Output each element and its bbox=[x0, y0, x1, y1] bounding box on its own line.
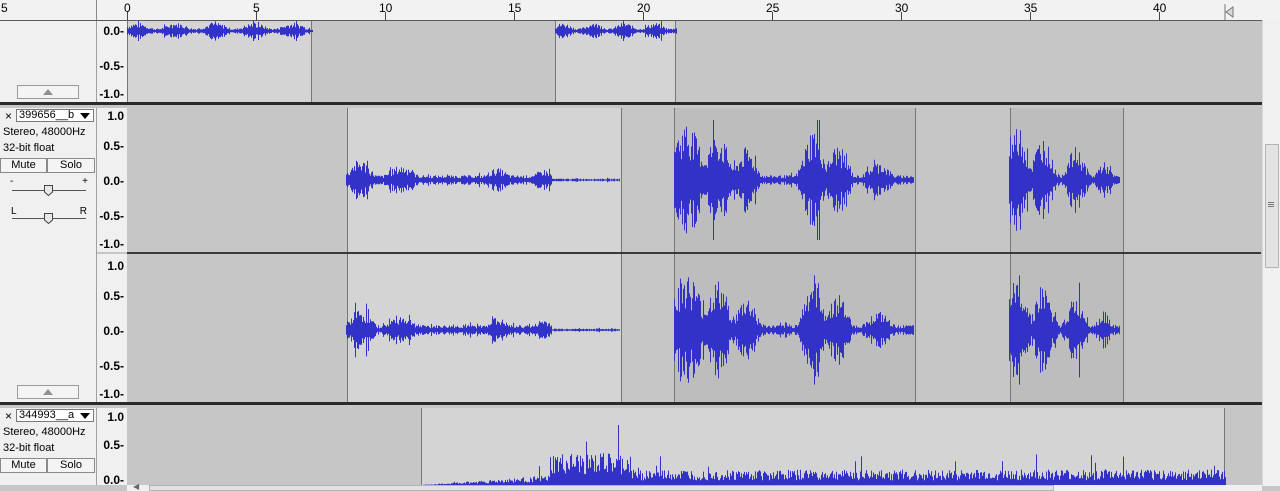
amplitude-label: -0.5- bbox=[99, 209, 124, 223]
track-title-bar: × 344993__a bbox=[1, 409, 95, 423]
track-separator bbox=[0, 402, 1262, 405]
track-2-right-amplitude-ruler: 1.0 0.5- 0.0- -0.5- -1.0- bbox=[97, 254, 127, 402]
track-2-left-waveform bbox=[346, 120, 1120, 240]
amplitude-label: 0.0- bbox=[103, 473, 124, 487]
track-2-left-amplitude-ruler: 1.0 0.5- 0.0- -0.5- -1.0- bbox=[97, 108, 127, 252]
track-format: Stereo, 48000Hz bbox=[3, 126, 86, 138]
amplitude-label: 0.5- bbox=[103, 289, 124, 303]
track-name: 399656__b bbox=[19, 109, 75, 121]
dropdown-arrow-icon bbox=[80, 113, 90, 119]
vertical-scrollbar[interactable] bbox=[1262, 20, 1280, 486]
close-icon[interactable]: × bbox=[2, 410, 15, 422]
slider-thumb-icon[interactable] bbox=[44, 185, 53, 196]
ruler-label: 20 bbox=[637, 1, 651, 15]
track-2-right-channel[interactable] bbox=[127, 254, 1261, 402]
ruler-label: 0 bbox=[124, 1, 131, 15]
collapse-arrow-icon[interactable] bbox=[17, 385, 79, 399]
track-separator bbox=[0, 102, 1262, 105]
collapse-arrow-icon[interactable] bbox=[17, 85, 79, 99]
amplitude-label: -1.0- bbox=[99, 237, 124, 251]
gain-minus-label: - bbox=[10, 176, 14, 187]
track-format: Stereo, 48000Hz bbox=[3, 426, 86, 438]
amplitude-label: -0.5- bbox=[99, 59, 124, 73]
track-3-waveform-area[interactable] bbox=[127, 408, 1261, 485]
ruler-label: 40 bbox=[1153, 1, 1167, 15]
ruler-label: 10 bbox=[379, 1, 393, 15]
track-name-menu[interactable]: 344993__a bbox=[16, 409, 94, 422]
ruler-label: 35 bbox=[1024, 1, 1038, 15]
slider-thumb-icon[interactable] bbox=[44, 213, 53, 224]
grip-line bbox=[1268, 206, 1274, 207]
track-1-waveform-area[interactable] bbox=[127, 21, 1261, 102]
gain-plus-label: + bbox=[82, 176, 88, 187]
ruler-label: 15 bbox=[508, 1, 522, 15]
ruler-label: 5 bbox=[1, 1, 8, 15]
amplitude-label: 1.0 bbox=[107, 410, 124, 424]
solo-button[interactable]: Solo bbox=[47, 458, 95, 473]
solo-button[interactable]: Solo bbox=[47, 158, 95, 173]
scrollbar-thumb[interactable] bbox=[149, 485, 1054, 491]
track-1-waveform bbox=[127, 21, 677, 41]
track-3-amplitude-ruler: 1.0 0.5- 0.0- bbox=[97, 408, 127, 487]
dropdown-arrow-icon bbox=[80, 413, 90, 419]
track-name: 344993__a bbox=[19, 409, 75, 421]
track-3-control-panel[interactable]: × 344993__a Stereo, 48000Hz 32-bit float… bbox=[0, 408, 97, 485]
track-2-right-waveform bbox=[346, 275, 1120, 385]
mute-button[interactable]: Mute bbox=[0, 458, 47, 473]
ruler-label: 5 bbox=[253, 1, 260, 15]
grip-line bbox=[1268, 202, 1274, 203]
track-bit-depth: 32-bit float bbox=[3, 442, 55, 454]
amplitude-label: 0.0- bbox=[103, 324, 124, 338]
track-title-bar: × 399656__b bbox=[1, 109, 95, 123]
track-1-control-panel[interactable] bbox=[0, 21, 97, 102]
amplitude-label: -0.5- bbox=[99, 359, 124, 373]
timeline-ruler[interactable]: 5 0 5 10 15 20 25 30 35 40 bbox=[0, 0, 1280, 21]
amplitude-label: 0.5- bbox=[103, 438, 124, 452]
amplitude-label: 1.0 bbox=[107, 109, 124, 123]
track-2-left-channel[interactable] bbox=[127, 108, 1261, 252]
ruler-divider bbox=[96, 0, 97, 20]
pan-slider[interactable]: L R bbox=[10, 206, 88, 224]
mute-button[interactable]: Mute bbox=[0, 158, 47, 173]
close-icon[interactable]: × bbox=[2, 110, 15, 122]
track-bit-depth: 32-bit float bbox=[3, 142, 55, 154]
track-1-amplitude-ruler: 0.0- -0.5- -1.0- bbox=[97, 21, 127, 102]
ruler-label: 30 bbox=[895, 1, 909, 15]
track-2-control-panel[interactable]: × 399656__b Stereo, 48000Hz 32-bit float… bbox=[0, 108, 97, 403]
track-name-menu[interactable]: 399656__b bbox=[16, 109, 94, 122]
amplitude-label: 0.5- bbox=[103, 139, 124, 153]
pan-right-label: R bbox=[79, 206, 87, 217]
play-head-icon[interactable] bbox=[1222, 4, 1234, 20]
scroll-left-icon[interactable]: ◀ bbox=[133, 482, 139, 491]
pan-left-label: L bbox=[11, 206, 17, 217]
amplitude-label: 1.0 bbox=[107, 259, 124, 273]
track-3-waveform bbox=[423, 425, 1226, 485]
grip-line bbox=[1268, 204, 1274, 205]
amplitude-label: -1.0- bbox=[99, 387, 124, 401]
horizontal-scrollbar[interactable]: ◀ bbox=[127, 482, 1262, 491]
amplitude-label: -1.0- bbox=[99, 87, 124, 101]
amplitude-label: 0.0- bbox=[103, 24, 124, 38]
amplitude-label: 0.0- bbox=[103, 174, 124, 188]
gain-slider[interactable]: - + bbox=[10, 176, 88, 196]
ruler-label: 25 bbox=[766, 1, 780, 15]
